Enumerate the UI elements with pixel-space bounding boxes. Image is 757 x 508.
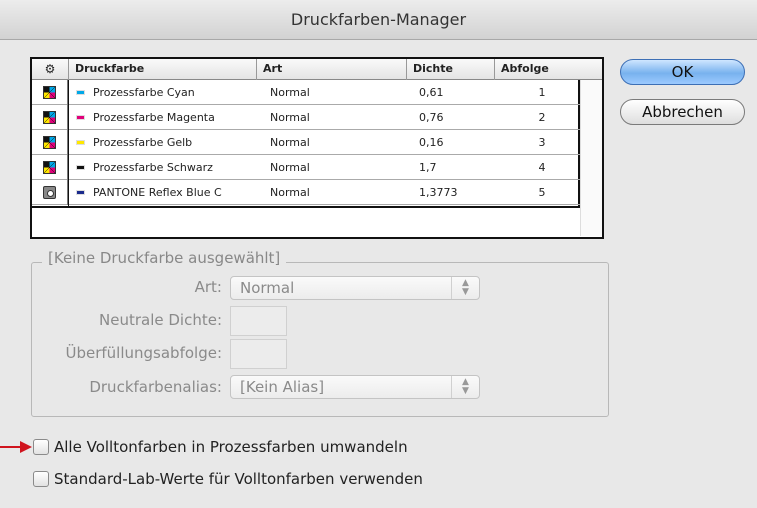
use-lab-label[interactable]: Standard-Lab-Werte für Volltonfarben ver…	[54, 469, 423, 489]
ink-name-cell: Prozessfarbe Magenta	[76, 105, 215, 130]
ink-type-cell[interactable]	[32, 155, 68, 180]
ink-name: PANTONE Reflex Blue C	[93, 186, 222, 199]
ink-art: Normal	[270, 86, 310, 99]
ink-table[interactable]: ⚙ Druckfarbe Art Dichte Abfolge Prozessf…	[30, 57, 604, 239]
ink-name-cell: Prozessfarbe Cyan	[76, 80, 195, 105]
column-header-dichte[interactable]: Dichte	[406, 59, 494, 80]
ink-name-cell: Prozessfarbe Gelb	[76, 130, 192, 155]
column-header-druckfarbe[interactable]: Druckfarbe	[68, 59, 256, 80]
ink-abfolge: 5	[538, 186, 546, 199]
ink-type-icon: ⚙	[44, 62, 56, 76]
ink-swatch	[76, 164, 85, 170]
ink-dichte: 0,61	[419, 86, 444, 99]
table-row[interactable]: PANTONE Reflex Blue C Normal 1,3773 5	[32, 180, 580, 205]
ink-name: Prozessfarbe Gelb	[93, 136, 193, 149]
neutral-density-label: Neutrale Dichte:	[99, 311, 222, 329]
ink-art: Normal	[270, 186, 310, 199]
table-row[interactable]: Prozessfarbe Schwarz Normal 1,7 4	[32, 155, 580, 180]
trap-sequence-label: Überfüllungsabfolge:	[65, 344, 222, 362]
pointer-arrow-icon	[0, 441, 32, 453]
table-row[interactable]: Prozessfarbe Cyan Normal 0,61 1	[32, 80, 580, 105]
process-ink-icon	[43, 111, 56, 124]
ink-art: Normal	[270, 136, 310, 149]
ink-dichte: 1,3773	[419, 186, 458, 199]
process-ink-icon	[43, 136, 56, 149]
cancel-button[interactable]: Abbrechen	[620, 99, 745, 125]
window-title: Druckfarben-Manager	[0, 0, 757, 40]
column-header-art[interactable]: Art	[256, 59, 406, 80]
convert-spot-label[interactable]: Alle Volltonfarben in Prozessfarben umwa…	[54, 437, 408, 457]
art-popup[interactable]: Normal ▲ ▼	[230, 276, 480, 300]
column-header-type[interactable]: ⚙	[32, 59, 68, 80]
ink-swatch	[76, 139, 85, 145]
ink-alias-value: [Kein Alias]	[240, 378, 325, 396]
ink-swatch	[76, 114, 85, 120]
ink-abfolge: 2	[538, 111, 546, 124]
process-ink-icon	[43, 161, 56, 174]
ink-alias-popup[interactable]: [Kein Alias] ▲ ▼	[230, 375, 480, 399]
table-row[interactable]: Prozessfarbe Gelb Normal 0,16 3	[32, 130, 580, 155]
column-divider	[68, 80, 69, 208]
ink-art: Normal	[270, 111, 310, 124]
ink-dichte: 0,76	[419, 111, 444, 124]
trap-sequence-field[interactable]	[230, 339, 287, 369]
ink-rows: Prozessfarbe Cyan Normal 0,61 1 Prozessf…	[32, 80, 580, 208]
process-ink-icon	[43, 86, 56, 99]
ink-name-cell: PANTONE Reflex Blue C	[76, 180, 222, 205]
ink-dichte: 1,7	[419, 161, 437, 174]
ok-button[interactable]: OK	[620, 59, 745, 85]
ink-swatch	[76, 89, 85, 95]
stepper-arrows-icon: ▲ ▼	[451, 277, 479, 299]
use-lab-checkbox[interactable]	[33, 471, 49, 487]
ink-abfolge: 4	[538, 161, 546, 174]
table-scrollbar[interactable]	[580, 80, 602, 236]
ink-type-cell[interactable]	[32, 130, 68, 155]
ink-dichte: 0,16	[419, 136, 444, 149]
art-label: Art:	[194, 278, 222, 296]
ink-name-cell: Prozessfarbe Schwarz	[76, 155, 213, 180]
neutral-density-field[interactable]	[230, 306, 287, 336]
ink-type-cell[interactable]	[32, 80, 68, 105]
ink-art: Normal	[270, 161, 310, 174]
ink-type-cell[interactable]	[32, 180, 68, 205]
ink-name: Prozessfarbe Cyan	[93, 86, 195, 99]
spot-ink-icon	[43, 186, 56, 199]
column-header-abfolge[interactable]: Abfolge	[494, 59, 604, 80]
art-popup-value: Normal	[240, 279, 295, 297]
ink-abfolge: 1	[538, 86, 546, 99]
ink-abfolge: 3	[538, 136, 546, 149]
ink-alias-label: Druckfarbenalias:	[89, 378, 222, 396]
ink-type-cell[interactable]	[32, 105, 68, 130]
table-row[interactable]: Prozessfarbe Magenta Normal 0,76 2	[32, 105, 580, 130]
stepper-arrows-icon: ▲ ▼	[451, 376, 479, 398]
table-header: ⚙ Druckfarbe Art Dichte Abfolge	[32, 59, 602, 80]
convert-spot-checkbox[interactable]	[33, 439, 49, 455]
group-title: [Keine Druckfarbe ausgewählt]	[42, 249, 287, 267]
ink-name: Prozessfarbe Magenta	[93, 111, 215, 124]
ink-name: Prozessfarbe Schwarz	[93, 161, 213, 174]
ink-swatch	[76, 189, 85, 195]
